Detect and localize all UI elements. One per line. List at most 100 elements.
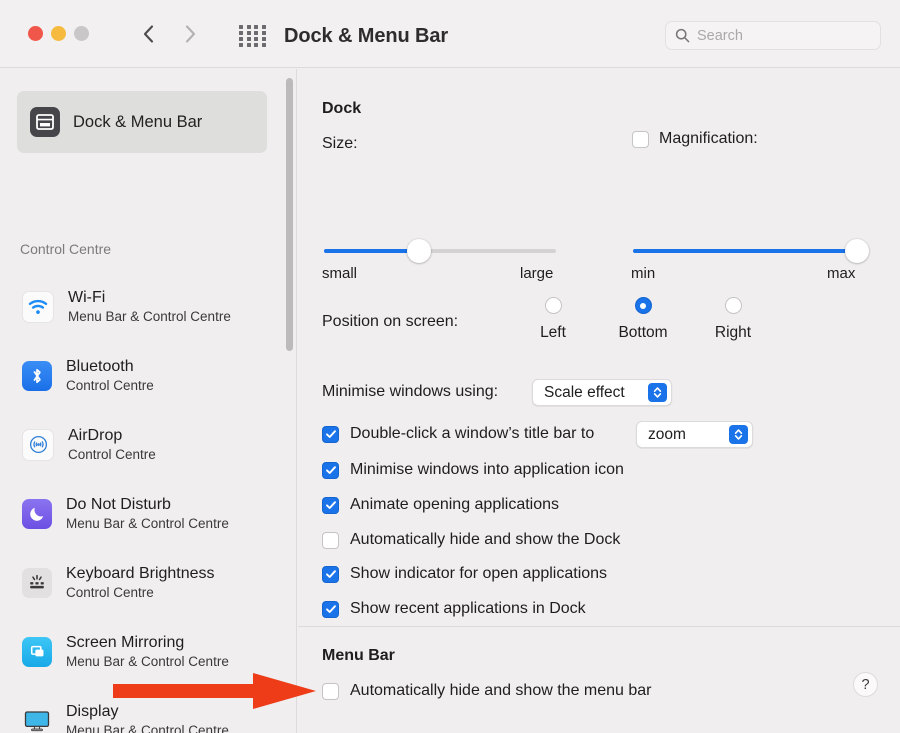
grid-dot-icon <box>246 37 251 41</box>
window-title: Dock & Menu Bar <box>284 25 449 47</box>
show-all-grid-button[interactable] <box>238 24 268 47</box>
chevron-updown-icon <box>648 383 667 402</box>
sidebar-item-text: Keyboard Brightness Control Centre <box>66 564 215 602</box>
magnification-min-caption: min <box>631 265 656 282</box>
show-recent-apps-checkbox[interactable]: Show recent applications in Dock <box>322 600 586 618</box>
checkbox-label: Animate opening applications <box>350 496 560 513</box>
sidebar-scrollbar-thumb[interactable] <box>286 78 293 351</box>
minimise-into-app-icon-checkbox[interactable]: Minimise windows into application icon <box>322 461 624 479</box>
forward-button[interactable] <box>174 18 206 50</box>
sidebar-item-wifi[interactable]: Wi-Fi Menu Bar & Control Centre <box>0 272 296 341</box>
magnification-checkbox[interactable]: Magnification: <box>632 130 758 148</box>
checkbox-label: Minimise windows into application icon <box>350 461 624 478</box>
close-button[interactable] <box>28 26 43 41</box>
popup-value: Scale effect <box>544 383 625 401</box>
slider-fill <box>633 249 859 253</box>
checkbox-box <box>322 600 339 618</box>
sidebar-item-display[interactable]: Display Menu Bar & Control Centre <box>0 686 296 733</box>
help-button[interactable]: ? <box>853 672 878 697</box>
slider-knob[interactable] <box>845 239 869 263</box>
keyboard-brightness-icon <box>22 567 52 598</box>
search-field[interactable]: Search <box>665 21 881 50</box>
sidebar-item-label: Dock & Menu Bar <box>73 112 203 131</box>
checkbox-box <box>322 531 339 549</box>
bluetooth-icon <box>22 360 52 391</box>
menu-bar-autohide-checkbox[interactable]: Automatically hide and show the menu bar <box>322 682 652 700</box>
checkbox-label: Show recent applications in Dock <box>350 600 586 617</box>
radio-button <box>544 297 562 314</box>
minimise-button[interactable] <box>51 26 66 41</box>
sidebar: Dock & Menu Bar Control Centre Wi-Fi Men… <box>0 69 297 733</box>
sidebar-item-name: Screen Mirroring <box>66 633 185 651</box>
sidebar-item-keyboard-brightness[interactable]: Keyboard Brightness Control Centre <box>0 548 296 617</box>
airdrop-icon <box>22 428 54 461</box>
grid-dot-icon <box>261 31 266 35</box>
grid-dot-icon <box>261 37 266 41</box>
checkbox-label: Double-click a window’s title bar to <box>350 425 595 442</box>
sidebar-item-screen-mirroring[interactable]: Screen Mirroring Menu Bar & Control Cent… <box>0 617 296 686</box>
position-option-bottom[interactable]: Bottom <box>598 297 688 342</box>
sidebar-item-name: Display <box>66 702 119 720</box>
sidebar-item-subtitle: Menu Bar & Control Centre <box>66 653 229 669</box>
slider-knob[interactable] <box>407 239 432 263</box>
grid-dot-icon <box>254 43 258 47</box>
search-icon <box>675 28 690 43</box>
dock-menu-bar-icon <box>30 107 60 137</box>
sidebar-item-subtitle: Control Centre <box>66 584 154 600</box>
position-option-left[interactable]: Left <box>508 297 598 342</box>
system-preferences-window: Dock & Menu Bar Search Dock & Menu Bar C… <box>0 0 900 733</box>
sidebar-group-title: Control Centre <box>20 241 112 257</box>
autohide-dock-checkbox[interactable]: Automatically hide and show the Dock <box>322 531 620 549</box>
chevron-right-icon <box>185 25 195 43</box>
minimise-effect-popup-button[interactable]: Scale effect <box>532 379 672 406</box>
animate-opening-apps-checkbox[interactable]: Animate opening applications <box>322 496 559 514</box>
position-option-right[interactable]: Right <box>688 297 778 342</box>
checkbox-label: Automatically hide and show the menu bar <box>350 682 652 699</box>
checkbox-box <box>322 461 339 479</box>
dock-section-title: Dock <box>322 100 362 117</box>
sidebar-item-text: Display Menu Bar & Control Centre <box>66 702 229 733</box>
magnification-slider[interactable] <box>633 239 869 263</box>
position-radio-group: Left Bottom Right <box>508 297 778 342</box>
sidebar-item-name: Wi-Fi <box>68 288 106 306</box>
grid-dot-icon <box>239 31 243 35</box>
show-indicator-open-apps-checkbox[interactable]: Show indicator for open applications <box>322 565 607 583</box>
dock-size-slider[interactable] <box>324 239 556 263</box>
popup-value: zoom <box>648 425 686 443</box>
checkbox-label: Show indicator for open applications <box>350 565 608 582</box>
menu-bar-section-title: Menu Bar <box>322 647 395 664</box>
screen-mirroring-icon <box>22 636 52 667</box>
zoom-button[interactable] <box>74 26 89 41</box>
grid-dot-icon <box>261 43 266 47</box>
grid-dot-icon <box>254 37 258 41</box>
display-icon <box>22 706 52 733</box>
back-button[interactable] <box>132 18 164 50</box>
sidebar-item-bluetooth[interactable]: Bluetooth Control Centre <box>0 341 296 410</box>
sidebar-item-do-not-disturb[interactable]: Do Not Disturb Menu Bar & Control Centre <box>0 479 296 548</box>
sidebar-item-dock-menu-bar[interactable]: Dock & Menu Bar <box>17 91 267 153</box>
slider-fill <box>324 249 420 253</box>
sidebar-item-text: Bluetooth Control Centre <box>66 357 154 395</box>
radio-button <box>634 297 652 314</box>
grid-dot-icon <box>239 25 243 29</box>
sidebar-item-subtitle: Control Centre <box>68 446 156 462</box>
grid-dot-icon <box>246 25 251 29</box>
magnification-max-caption: max <box>827 265 856 282</box>
sidebar-item-subtitle: Menu Bar & Control Centre <box>66 515 229 531</box>
dblclick-action-popup-button[interactable]: zoom <box>636 421 753 448</box>
position-option-label: Left <box>540 324 566 341</box>
magnification-label: Magnification: <box>659 130 758 147</box>
sidebar-item-text: Wi-Fi Menu Bar & Control Centre <box>68 288 231 326</box>
grid-dot-icon <box>261 25 266 29</box>
navigation-arrows <box>132 18 206 50</box>
sidebar-item-subtitle: Menu Bar & Control Centre <box>66 722 229 733</box>
do-not-disturb-icon <box>22 498 52 529</box>
chevron-left-icon <box>143 25 153 43</box>
checkbox-box <box>632 130 649 148</box>
sidebar-item-airdrop[interactable]: AirDrop Control Centre <box>0 410 296 479</box>
sidebar-item-text: AirDrop Control Centre <box>68 426 156 464</box>
checkbox-box <box>322 425 339 443</box>
dblclick-title-bar-checkbox[interactable]: Double-click a window’s title bar to <box>322 425 594 443</box>
radio-button <box>724 297 742 314</box>
grid-dot-icon <box>246 43 251 47</box>
